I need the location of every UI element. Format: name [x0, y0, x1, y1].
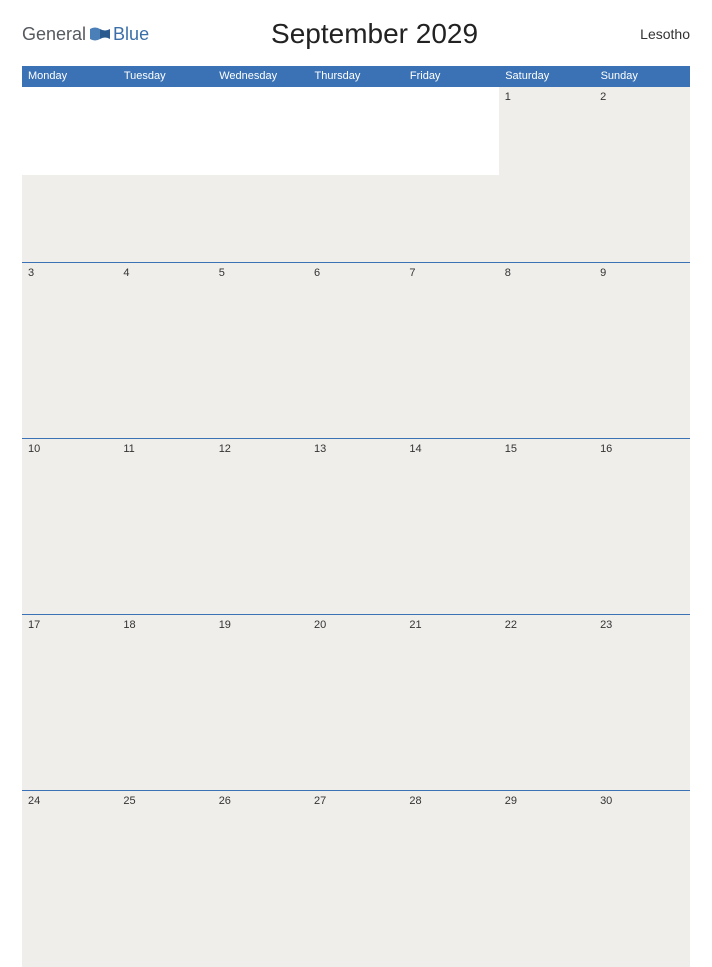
week-body-row — [22, 351, 690, 439]
day-body — [403, 527, 498, 615]
day-cell: 18 — [117, 615, 212, 703]
day-cell: 13 — [308, 439, 403, 527]
day-cell: 28 — [403, 791, 498, 879]
day-body — [594, 351, 689, 439]
day-body — [213, 351, 308, 439]
day-body — [117, 175, 212, 263]
day-body — [403, 175, 498, 263]
day-cell — [117, 87, 212, 175]
week-body-row — [22, 175, 690, 263]
day-body — [499, 351, 594, 439]
weekday-header: Friday — [403, 66, 498, 87]
day-body — [499, 527, 594, 615]
weekday-header: Tuesday — [117, 66, 212, 87]
day-body — [308, 879, 403, 967]
day-body — [22, 527, 117, 615]
day-cell: 22 — [499, 615, 594, 703]
day-body — [213, 175, 308, 263]
day-body — [499, 703, 594, 791]
week-date-row: 17181920212223 — [22, 615, 690, 703]
day-body — [594, 175, 689, 263]
day-cell: 3 — [22, 263, 117, 351]
day-cell: 2 — [594, 87, 689, 175]
day-body — [213, 703, 308, 791]
logo: General Blue — [22, 24, 149, 45]
day-cell: 5 — [213, 263, 308, 351]
logo-text-general: General — [22, 24, 86, 45]
day-body — [308, 351, 403, 439]
day-body — [403, 351, 498, 439]
logo-text-blue: Blue — [113, 24, 149, 45]
day-cell — [403, 87, 498, 175]
day-cell — [22, 87, 117, 175]
day-cell: 9 — [594, 263, 689, 351]
weekday-header: Monday — [22, 66, 117, 87]
weekday-header: Thursday — [308, 66, 403, 87]
day-body — [213, 527, 308, 615]
week-body-row — [22, 879, 690, 967]
day-cell: 25 — [117, 791, 212, 879]
day-cell: 24 — [22, 791, 117, 879]
day-body — [22, 879, 117, 967]
day-body — [117, 879, 212, 967]
day-body — [22, 703, 117, 791]
week-date-row: 12 — [22, 87, 690, 175]
day-body — [308, 527, 403, 615]
day-body — [403, 879, 498, 967]
week-date-row: 3456789 — [22, 263, 690, 351]
day-cell — [308, 87, 403, 175]
day-cell: 7 — [403, 263, 498, 351]
page-title: September 2029 — [149, 18, 600, 50]
day-body — [308, 175, 403, 263]
weekday-header: Saturday — [499, 66, 594, 87]
day-cell: 19 — [213, 615, 308, 703]
day-cell: 8 — [499, 263, 594, 351]
day-body — [594, 703, 689, 791]
wave-icon — [90, 26, 110, 42]
day-cell: 15 — [499, 439, 594, 527]
day-body — [213, 879, 308, 967]
day-cell: 21 — [403, 615, 498, 703]
day-body — [594, 527, 689, 615]
day-body — [499, 175, 594, 263]
week-body-row — [22, 703, 690, 791]
day-body — [403, 703, 498, 791]
day-body — [117, 703, 212, 791]
calendar-grid: Monday Tuesday Wednesday Thursday Friday… — [22, 66, 690, 967]
day-cell: 26 — [213, 791, 308, 879]
day-cell: 14 — [403, 439, 498, 527]
day-cell: 11 — [117, 439, 212, 527]
day-cell: 17 — [22, 615, 117, 703]
day-cell: 12 — [213, 439, 308, 527]
week-body-row — [22, 527, 690, 615]
day-cell: 16 — [594, 439, 689, 527]
day-cell: 6 — [308, 263, 403, 351]
day-cell: 10 — [22, 439, 117, 527]
region-label: Lesotho — [600, 26, 690, 42]
weekday-header: Wednesday — [213, 66, 308, 87]
weekday-header: Sunday — [594, 66, 689, 87]
day-body — [499, 879, 594, 967]
day-cell: 30 — [594, 791, 689, 879]
day-cell: 20 — [308, 615, 403, 703]
day-cell: 1 — [499, 87, 594, 175]
day-cell: 4 — [117, 263, 212, 351]
day-body — [117, 527, 212, 615]
header: General Blue September 2029 Lesotho — [22, 12, 690, 56]
week-date-row: 24252627282930 — [22, 791, 690, 879]
day-body — [308, 703, 403, 791]
day-cell — [213, 87, 308, 175]
weekday-header-row: Monday Tuesday Wednesday Thursday Friday… — [22, 66, 690, 87]
day-cell: 29 — [499, 791, 594, 879]
day-body — [22, 351, 117, 439]
day-cell: 23 — [594, 615, 689, 703]
day-body — [594, 879, 689, 967]
week-date-row: 10111213141516 — [22, 439, 690, 527]
day-body — [22, 175, 117, 263]
day-body — [117, 351, 212, 439]
day-cell: 27 — [308, 791, 403, 879]
